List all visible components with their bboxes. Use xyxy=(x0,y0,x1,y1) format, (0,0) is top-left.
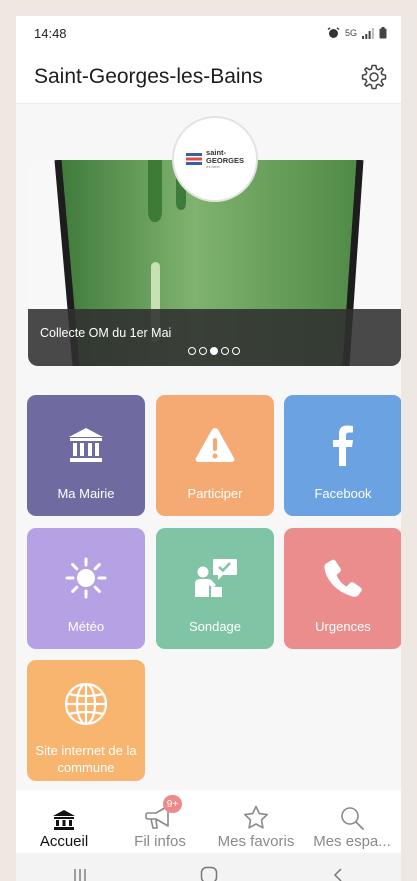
system-nav-bar xyxy=(16,853,401,881)
logo-name-2: GEORGES xyxy=(206,156,244,165)
phone-icon xyxy=(324,559,362,597)
nav-mes-espaces[interactable]: Mes espa... xyxy=(304,790,400,853)
tile-label: Sondage xyxy=(188,619,242,634)
tile-label: Site internet de la commune xyxy=(35,743,137,775)
nav-mes-favoris[interactable]: Mes favoris xyxy=(208,790,304,853)
nav-label: Mes espa... xyxy=(313,833,391,850)
status-icons: 5G xyxy=(327,27,387,39)
search-icon xyxy=(341,807,364,830)
town-logo: saint- GEORGES les bains xyxy=(172,116,258,202)
star-icon xyxy=(244,805,268,829)
nav-fil-infos[interactable]: 9+ Fil infos xyxy=(112,790,208,853)
logo-subtitle: les bains xyxy=(206,165,220,169)
carousel-caption: Collecte OM du 1er Mai xyxy=(40,326,172,340)
survey-icon xyxy=(195,559,237,597)
status-bar: 14:48 5G xyxy=(16,16,401,50)
nav-label: Fil infos xyxy=(134,833,186,850)
home-content: Collecte OM du 1er Mai saint- GEORGES le… xyxy=(16,104,401,790)
carousel-dot[interactable] xyxy=(221,347,229,355)
tile-sondage[interactable]: Sondage xyxy=(156,528,274,649)
carousel-dot[interactable] xyxy=(199,347,207,355)
bottom-nav: Accueil 9+ Fil infos Mes favoris Mes esp… xyxy=(16,790,401,853)
tile-label: Météo xyxy=(67,619,105,634)
status-time: 14:48 xyxy=(34,25,67,41)
tile-urgences[interactable]: Urgences xyxy=(284,528,401,649)
tile-label: Urgences xyxy=(315,619,371,634)
tile-label: Participer xyxy=(187,486,243,501)
signal-icon xyxy=(362,27,374,39)
home-button-icon[interactable] xyxy=(200,866,218,881)
carousel-dots[interactable] xyxy=(188,347,240,355)
facebook-icon xyxy=(333,425,353,466)
tile-label: Ma Mairie xyxy=(57,486,115,501)
tile-ma-mairie[interactable]: Ma Mairie xyxy=(27,395,145,516)
carousel-dot[interactable] xyxy=(232,347,240,355)
notification-badge: 9+ xyxy=(163,795,182,813)
tile-site-internet[interactable]: Site internet de la commune xyxy=(27,660,145,781)
globe-icon xyxy=(64,682,108,726)
town-logo-mark xyxy=(186,153,203,165)
home-icon xyxy=(53,810,75,830)
network-label: 5G xyxy=(344,28,357,38)
nav-accueil[interactable]: Accueil xyxy=(16,790,112,853)
sun-icon xyxy=(65,557,107,599)
tile-participer[interactable]: Participer xyxy=(156,395,274,516)
tile-meteo[interactable]: Météo xyxy=(27,528,145,649)
nav-label: Mes favoris xyxy=(217,833,295,850)
back-icon[interactable] xyxy=(331,867,345,881)
town-hall-icon xyxy=(69,428,103,462)
tile-facebook[interactable]: Facebook xyxy=(284,395,401,516)
alarm-icon xyxy=(327,27,340,38)
carousel-dot[interactable] xyxy=(188,347,196,355)
carousel-dot-active[interactable] xyxy=(210,347,218,355)
tile-label: Facebook xyxy=(314,486,372,501)
nav-label: Accueil xyxy=(39,833,89,850)
settings-gear-icon[interactable] xyxy=(361,64,387,90)
battery-icon xyxy=(379,27,387,39)
page-title: Saint-Georges-les-Bains xyxy=(34,64,263,88)
carousel-caption-band: Collecte OM du 1er Mai xyxy=(28,309,401,366)
warning-icon xyxy=(195,428,235,462)
recent-apps-icon[interactable] xyxy=(72,867,88,881)
app-header: Saint-Georges-les-Bains xyxy=(16,50,401,104)
phone-screen: 14:48 5G Saint-Georges-les-Bains Collect… xyxy=(16,16,401,881)
